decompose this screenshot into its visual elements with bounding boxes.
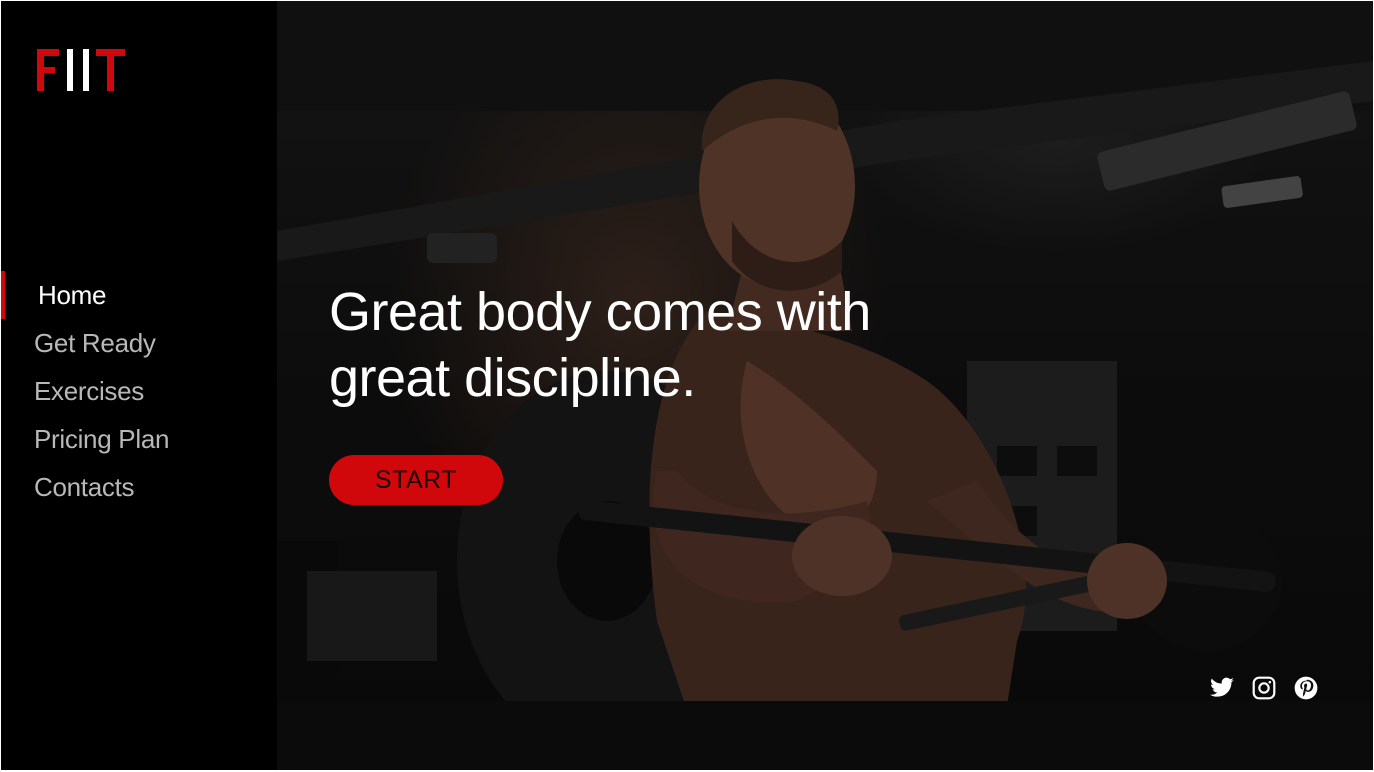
active-indicator (1, 271, 5, 319)
nav-item-pricing-plan[interactable]: Pricing Plan (1, 415, 169, 463)
fiit-logo[interactable] (34, 45, 130, 93)
nav-item-label: Exercises (34, 375, 144, 406)
nav-item-label: Get Ready (34, 327, 156, 358)
nav-item-get-ready[interactable]: Get Ready (1, 319, 169, 367)
sidebar: Home Get Ready Exercises Pricing Plan Co… (1, 1, 277, 770)
hero-section: Great body comes with great discipline. … (277, 1, 1373, 770)
app-window: Home Get Ready Exercises Pricing Plan Co… (1, 1, 1373, 770)
nav-item-label: Home (38, 279, 107, 310)
hero-headline-line1: Great body comes with (329, 282, 871, 342)
nav-item-contacts[interactable]: Contacts (1, 463, 169, 511)
social-links (1209, 675, 1319, 701)
nav-item-home[interactable]: Home (1, 271, 169, 319)
hero-headline-line2: great discipline. (329, 348, 696, 408)
nav-item-exercises[interactable]: Exercises (1, 367, 169, 415)
twitter-icon[interactable] (1209, 675, 1235, 701)
pinterest-icon[interactable] (1293, 675, 1319, 701)
start-button[interactable]: START (329, 455, 503, 505)
instagram-icon[interactable] (1251, 675, 1277, 701)
nav-item-label: Contacts (34, 471, 135, 502)
hero-headline: Great body comes with great discipline. (329, 279, 949, 411)
main-nav: Home Get Ready Exercises Pricing Plan Co… (1, 271, 169, 511)
nav-item-label: Pricing Plan (34, 423, 170, 454)
